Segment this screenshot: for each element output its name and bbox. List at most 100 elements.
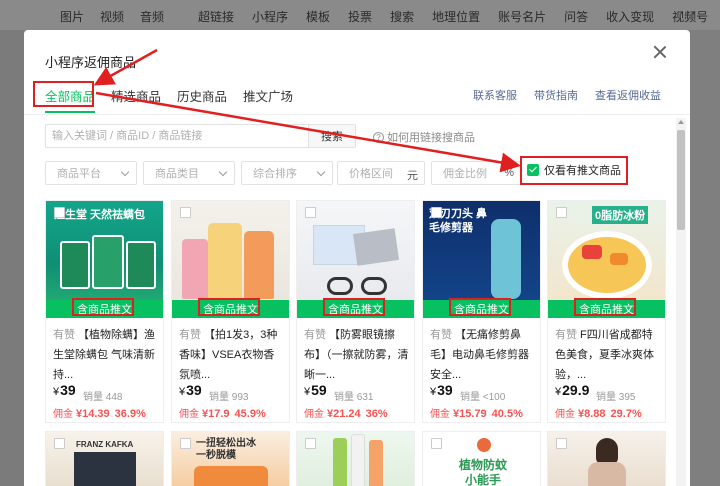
toolbar-item-hyperlink[interactable]: 超链接 <box>198 8 234 25</box>
toolbar-item-image[interactable]: 图片 <box>60 8 84 25</box>
chevron-down-icon <box>120 167 130 177</box>
product-commission: 佣金 ¥17.9 45.9% <box>179 405 266 420</box>
annotation-box-promo-1 <box>72 298 134 316</box>
selling-guide-link[interactable]: 带货指南 <box>534 87 578 103</box>
product-select-checkbox[interactable] <box>305 207 316 218</box>
sales-value: <100 <box>482 392 506 403</box>
price-value: 59 <box>311 382 327 398</box>
product-title: 有赞 F四川省成都特色美食，夏季冰爽体验，... <box>555 325 661 385</box>
product-select-checkbox[interactable] <box>54 207 65 218</box>
toolbar-item-miniprogram[interactable]: 小程序 <box>252 8 288 25</box>
product-title: 有赞 【植物除螨】渔生堂除螨包 气味清新 持... <box>53 325 159 385</box>
toolbar-item-template[interactable]: 模板 <box>306 8 330 25</box>
tab-article-plaza[interactable]: 推文广场 <box>243 86 293 113</box>
commission-ratio-unit: % <box>504 167 514 179</box>
product-card[interactable]: 植物防蚊 小能手 <box>422 431 541 486</box>
product-select-checkbox[interactable] <box>54 438 65 449</box>
toolbar-item-location[interactable]: 地理位置 <box>432 8 480 25</box>
product-card[interactable] <box>296 431 415 486</box>
product-price: ¥39 <box>53 382 76 398</box>
product-title: 有赞 【拍1发3，3种香味】VSEA衣物香氛喷... <box>179 325 285 385</box>
search-box: 搜索 <box>45 124 356 148</box>
sales-label: 销量 <box>460 392 480 403</box>
chevron-down-icon <box>316 167 326 177</box>
scrollbar-thumb[interactable] <box>677 130 685 230</box>
commission-ratio: 45.9% <box>234 408 266 420</box>
product-sales: 销量 993 <box>209 388 248 403</box>
shop-tag: 有赞 <box>555 329 577 341</box>
product-card[interactable]: FRANZ KAFKA <box>45 431 164 486</box>
price-range-placeholder: 价格区间 <box>349 168 393 180</box>
product-image-caption: 一扭轻松出冰 一秒脱模 <box>196 438 256 461</box>
tabs-divider <box>24 114 690 115</box>
sales-label: 销量 <box>334 392 354 403</box>
annotation-box-promo-5 <box>574 298 636 316</box>
sort-placeholder: 综合排序 <box>253 168 297 180</box>
toolbar-item-vote[interactable]: 投票 <box>348 8 372 25</box>
link-search-help[interactable]: ? 如何用链接搜商品 <box>373 129 475 145</box>
tab-history-products[interactable]: 历史商品 <box>177 86 227 113</box>
product-card[interactable]: 一扭轻松出冰 一秒脱模 <box>171 431 290 486</box>
scroll-up-icon[interactable] <box>678 120 684 124</box>
product-select-checkbox[interactable] <box>180 207 191 218</box>
product-select-checkbox[interactable] <box>556 438 567 449</box>
commission-value: ¥15.79 <box>453 408 487 420</box>
commission-label: 佣金 <box>430 409 450 420</box>
product-image-caption: FRANZ KAFKA <box>76 440 134 449</box>
editor-toolbar: 图片 视频 音频 超链接 小程序 模板 投票 搜索 地理位置 账号名片 问答 收… <box>0 0 720 30</box>
category-select[interactable]: 商品类目 <box>143 161 235 185</box>
product-select-checkbox[interactable] <box>556 207 567 218</box>
view-earnings-link[interactable]: 查看返佣收益 <box>595 87 661 103</box>
toolbar-item-audio[interactable]: 音频 <box>140 8 164 25</box>
search-input[interactable] <box>46 125 309 147</box>
price-unit: 元 <box>407 170 418 182</box>
toolbar-item-video[interactable]: 视频 <box>100 8 124 25</box>
product-select-checkbox[interactable] <box>431 438 442 449</box>
sales-label: 销量 <box>83 392 103 403</box>
annotation-box-promo-3 <box>323 298 385 316</box>
sort-select[interactable]: 综合排序 <box>241 161 333 185</box>
price-range-input[interactable]: 价格区间 元 <box>337 161 425 185</box>
product-title: 有赞 【无痛修剪鼻毛】电动鼻毛修剪器 安全... <box>430 325 536 385</box>
toolbar-item-monetize[interactable]: 收入变现 <box>606 8 654 25</box>
commission-ratio: 36% <box>365 408 388 420</box>
help-label: 如何用链接搜商品 <box>387 132 475 144</box>
commission-ratio: 36.9% <box>114 408 146 420</box>
annotation-box-promo-4 <box>449 298 511 316</box>
commission-ratio-input[interactable]: 佣金比例 % <box>431 161 521 185</box>
more-icon[interactable]: ··· <box>679 4 698 22</box>
product-card[interactable] <box>547 431 666 486</box>
product-image-caption: 0脂肪冰粉 <box>592 206 649 224</box>
currency-symbol: ¥ <box>179 386 186 398</box>
sales-label: 销量 <box>209 392 229 403</box>
commission-label: 佣金 <box>304 409 324 420</box>
question-icon: ? <box>373 131 384 143</box>
toolbar-item-qa[interactable]: 问答 <box>564 8 588 25</box>
toolbar-item-search[interactable]: 搜索 <box>390 8 414 25</box>
product-select-checkbox[interactable] <box>431 207 442 218</box>
price-value: 29.9 <box>562 382 590 398</box>
currency-symbol: ¥ <box>304 386 311 398</box>
commission-label: 佣金 <box>555 409 575 420</box>
platform-select[interactable]: 商品平台 <box>45 161 137 185</box>
contact-support-link[interactable]: 联系客服 <box>473 87 517 103</box>
product-price: ¥39 <box>430 382 453 398</box>
annotation-box-promo-2 <box>198 298 260 316</box>
tab-featured-products[interactable]: 精选商品 <box>111 86 161 113</box>
search-button[interactable]: 搜索 <box>308 124 356 148</box>
commission-label: 佣金 <box>53 409 73 420</box>
sales-value: 631 <box>356 392 374 403</box>
product-select-checkbox[interactable] <box>180 438 191 449</box>
category-placeholder: 商品类目 <box>155 168 199 180</box>
toolbar-item-account-card[interactable]: 账号名片 <box>498 8 546 25</box>
product-commission: 佣金 ¥14.39 36.9% <box>53 405 146 420</box>
commission-ratio-placeholder: 佣金比例 <box>443 168 487 180</box>
commission-value: ¥17.9 <box>202 408 230 420</box>
product-title: 有赞 【防雾眼镜擦布】（一擦就防雾，清晰一... <box>304 325 410 385</box>
shop-tag: 有赞 <box>179 329 201 341</box>
currency-symbol: ¥ <box>53 386 60 398</box>
close-icon[interactable] <box>652 44 668 60</box>
product-select-checkbox[interactable] <box>305 438 316 449</box>
platform-placeholder: 商品平台 <box>57 168 101 180</box>
price-value: 39 <box>60 382 76 398</box>
